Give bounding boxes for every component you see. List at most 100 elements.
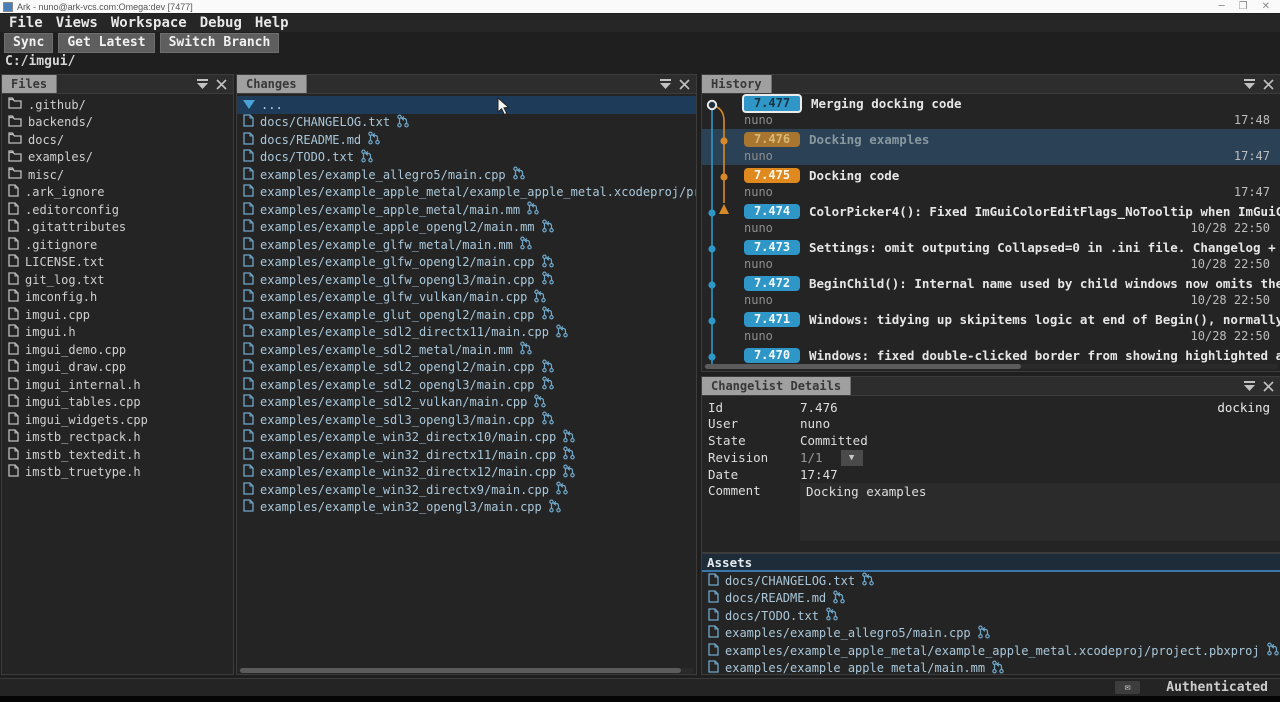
menu-item-workspace[interactable]: Workspace xyxy=(111,15,187,31)
history-close-button[interactable] xyxy=(1263,79,1274,90)
toolbar-button[interactable]: Sync xyxy=(4,33,53,53)
changed-file-row[interactable]: examples/example_sdl2_opengl3/main.cpp xyxy=(237,376,696,394)
changed-file-row[interactable]: examples/example_glfw_vulkan/main.cpp xyxy=(237,289,696,307)
asset-file-row[interactable]: examples/example_allegro5/main.cpp xyxy=(702,625,1280,643)
changed-file-row[interactable]: examples/example_allegro5/main.cpp xyxy=(237,166,696,184)
asset-file-row[interactable]: docs/README.md xyxy=(702,590,1280,608)
file-tree-item[interactable]: .editorconfig xyxy=(2,201,233,219)
changed-file-row[interactable]: examples/example_sdl2_metal/main.mm xyxy=(237,341,696,359)
changed-file-row[interactable]: examples/example_glfw_opengl3/main.cpp xyxy=(237,271,696,289)
history-filter-button[interactable] xyxy=(1243,79,1256,90)
files-tab[interactable]: Files xyxy=(2,75,57,93)
asset-file-row[interactable]: docs/CHANGELOG.txt xyxy=(702,572,1280,590)
changed-file-row[interactable]: examples/example_win32_directx9/main.cpp xyxy=(237,481,696,499)
file-tree-item[interactable]: misc/ xyxy=(2,166,233,184)
file-tree-item[interactable]: imgui_draw.cpp xyxy=(2,359,233,377)
toolbar-button[interactable]: Get Latest xyxy=(58,33,154,53)
changes-close-button[interactable] xyxy=(679,79,690,90)
filter-icon[interactable] xyxy=(1243,381,1256,392)
file-tree-item[interactable]: imgui_internal.h xyxy=(2,376,233,394)
asset-file-row[interactable]: examples/example_apple_metal/main.mm xyxy=(702,660,1280,675)
files-close-button[interactable] xyxy=(216,79,227,90)
history-commit-row[interactable]: 7.471 Windows: tidying up skipitems logi… xyxy=(702,309,1280,345)
file-icon xyxy=(243,342,254,355)
changed-file-row[interactable]: examples/example_win32_opengl3/main.cpp xyxy=(237,499,696,517)
changed-file-row[interactable]: examples/example_glfw_opengl2/main.cpp xyxy=(237,254,696,272)
revision-dropdown-button[interactable]: ▼ xyxy=(841,450,863,466)
minimize-button[interactable]: ─ xyxy=(1219,1,1225,12)
file-icon xyxy=(243,394,254,407)
files-filter-button[interactable] xyxy=(196,79,209,90)
changed-file-row[interactable]: examples/example_sdl2_vulkan/main.cpp xyxy=(237,394,696,412)
file-tree-item[interactable]: imgui.h xyxy=(2,324,233,342)
history-commit-row[interactable]: 7.474 ColorPicker4(): Fixed ImGuiColorEd… xyxy=(702,201,1280,237)
file-tree-item[interactable]: .gitignore xyxy=(2,236,233,254)
history-commit-row[interactable]: 7.470 Windows: fixed double-clicked bord… xyxy=(702,345,1280,364)
changed-file-row[interactable]: examples/example_apple_opengl2/main.mm xyxy=(237,219,696,237)
file-tree-item[interactable]: imgui.cpp xyxy=(2,306,233,324)
changed-file-row[interactable]: examples/example_win32_directx12/main.cp… xyxy=(237,464,696,482)
changed-file-row[interactable]: examples/example_win32_directx10/main.cp… xyxy=(237,429,696,447)
changed-file-row[interactable]: examples/example_apple_metal/main.mm xyxy=(237,201,696,219)
menu-item-help[interactable]: Help xyxy=(255,15,289,31)
changed-file-row[interactable]: examples/example_glfw_metal/main.mm xyxy=(237,236,696,254)
history-commit-row[interactable]: 7.473 Settings: omit outputing Collapsed… xyxy=(702,237,1280,273)
file-tree-item[interactable]: LICENSE.txt xyxy=(2,254,233,272)
history-commit-row[interactable]: 7.477 Merging docking code nuno 17:48 xyxy=(702,93,1280,129)
changed-file-row[interactable]: examples/example_apple_metal/example_app… xyxy=(237,184,696,202)
changed-file-row[interactable]: docs/README.md xyxy=(237,131,696,149)
changed-file-row[interactable]: examples/example_win32_directx11/main.cp… xyxy=(237,446,696,464)
history-commit-row[interactable]: 7.472 BeginChild(): Internal name used b… xyxy=(702,273,1280,309)
changed-file-row[interactable]: examples/example_sdl2_directx11/main.cpp xyxy=(237,324,696,342)
toolbar-button[interactable]: Switch Branch xyxy=(160,33,280,53)
file-tree-item[interactable]: imstb_textedit.h xyxy=(2,446,233,464)
filter-icon[interactable] xyxy=(196,79,209,90)
close-button[interactable]: ✕ xyxy=(1262,1,1270,12)
file-tree-item[interactable]: docs/ xyxy=(2,131,233,149)
changed-file-row[interactable]: examples/example_sdl3_opengl3/main.cpp xyxy=(237,411,696,429)
file-tree-item[interactable]: .ark_ignore xyxy=(2,184,233,202)
filter-icon[interactable] xyxy=(659,79,672,90)
file-tree-item[interactable]: imgui_widgets.cpp xyxy=(2,411,233,429)
changed-file-row[interactable]: examples/example_glut_opengl2/main.cpp xyxy=(237,306,696,324)
file-tree-item[interactable]: git_log.txt xyxy=(2,271,233,289)
file-tree-item[interactable]: .gitattributes xyxy=(2,219,233,237)
changed-file-row[interactable]: docs/CHANGELOG.txt xyxy=(237,114,696,132)
history-commit-row[interactable]: 7.476 Docking examples nuno 17:47 xyxy=(702,129,1280,165)
history-hscrollbar[interactable] xyxy=(704,364,1278,369)
changed-file-row[interactable]: examples/example_sdl2_opengl2/main.cpp xyxy=(237,359,696,377)
changelist-details-tab[interactable]: Changelist Details xyxy=(702,377,851,395)
details-close-button[interactable] xyxy=(1263,381,1274,392)
file-tree-item[interactable]: imgui_tables.cpp xyxy=(2,394,233,412)
file-tree-item[interactable]: imstb_rectpack.h xyxy=(2,429,233,447)
expand-arrow-icon[interactable] xyxy=(243,100,255,109)
changes-tab[interactable]: Changes xyxy=(237,75,307,93)
changes-root-row[interactable]: ... xyxy=(237,96,696,114)
file-tree-item[interactable]: imconfig.h xyxy=(2,289,233,307)
file-tree-item[interactable]: .github/ xyxy=(2,96,233,114)
mail-icon[interactable]: ✉ xyxy=(1115,681,1140,694)
close-icon[interactable] xyxy=(679,79,690,90)
changes-filter-button[interactable] xyxy=(659,79,672,90)
asset-file-row[interactable]: examples/example_apple_metal/example_app… xyxy=(702,642,1280,660)
changed-file-row[interactable]: docs/TODO.txt xyxy=(237,149,696,167)
file-tree-item[interactable]: examples/ xyxy=(2,149,233,167)
filter-icon[interactable] xyxy=(1243,79,1256,90)
file-tree-item[interactable]: imstb_truetype.h xyxy=(2,464,233,482)
comment-textarea[interactable]: Docking examples xyxy=(800,483,1280,541)
menu-item-views[interactable]: Views xyxy=(56,15,98,31)
history-tab[interactable]: History xyxy=(702,75,772,93)
file-tree-item[interactable]: backends/ xyxy=(2,114,233,132)
menu-item-file[interactable]: File xyxy=(9,15,43,31)
maximize-button[interactable]: ❐ xyxy=(1239,1,1248,12)
history-commit-row[interactable]: 7.475 Docking code nuno 17:47 xyxy=(702,165,1280,201)
branch-icon xyxy=(533,394,547,408)
details-filter-button[interactable] xyxy=(1243,381,1256,392)
menu-item-debug[interactable]: Debug xyxy=(200,15,242,31)
close-icon[interactable] xyxy=(216,79,227,90)
close-icon[interactable] xyxy=(1263,381,1274,392)
changes-hscrollbar[interactable] xyxy=(239,668,694,673)
asset-file-row[interactable]: docs/TODO.txt xyxy=(702,607,1280,625)
close-icon[interactable] xyxy=(1263,79,1274,90)
file-tree-item[interactable]: imgui_demo.cpp xyxy=(2,341,233,359)
